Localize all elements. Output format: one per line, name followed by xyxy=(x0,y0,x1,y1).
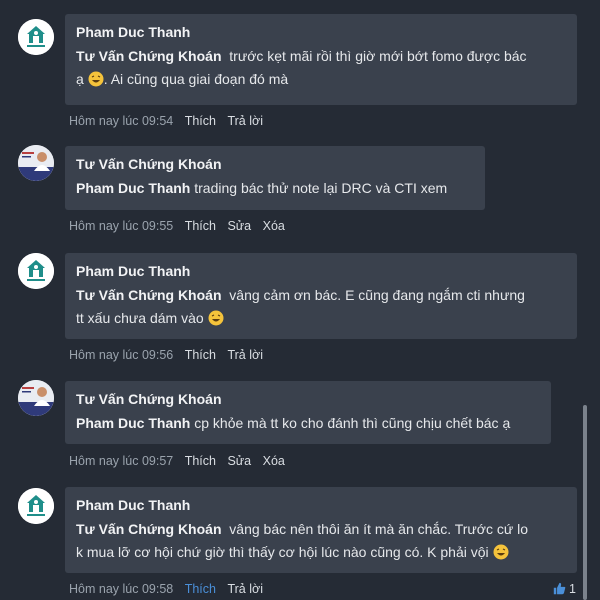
comment-bubble: Tư Vấn Chứng Khoán Pham Duc Thanh cp khỏ… xyxy=(65,381,551,444)
comment-text: trading bác thử note lại DRC và CTI xem xyxy=(190,180,448,196)
like-button[interactable]: Thích xyxy=(185,114,216,128)
avatar-advisor-portrait-icon[interactable] xyxy=(18,145,54,181)
avatar-house-logo-icon[interactable] xyxy=(18,19,54,55)
comment-thread: Pham Duc Thanh Tư Vấn Chứng Khoán trước … xyxy=(0,0,600,600)
avatar-advisor-portrait-icon[interactable] xyxy=(18,380,54,416)
comment-text: vâng cảm ơn bác. E cũng đang ngắm cti nh… xyxy=(221,287,525,303)
mention-link[interactable]: Pham Duc Thanh xyxy=(76,180,190,196)
comment-meta: Hôm nay lúc 09:58 Thích Trả lời xyxy=(69,581,263,597)
mention-link[interactable]: Tư Vấn Chứng Khoán xyxy=(76,48,222,64)
comment-meta: Hôm nay lúc 09:57 Thích Sửa Xóa xyxy=(69,453,285,469)
mention-link[interactable]: Tư Vấn Chứng Khoán xyxy=(76,287,222,303)
comment-bubble: Pham Duc Thanh Tư Vấn Chứng Khoán vâng c… xyxy=(65,253,577,339)
comment-timestamp[interactable]: Hôm nay lúc 09:58 xyxy=(69,582,173,596)
laugh-emoji-icon xyxy=(208,310,224,333)
like-count-value: 1 xyxy=(569,582,576,596)
comment-author[interactable]: Tư Vấn Chứng Khoán xyxy=(76,388,540,411)
comment-meta: Hôm nay lúc 09:55 Thích Sửa Xóa xyxy=(69,218,285,234)
laugh-emoji-icon xyxy=(493,544,509,567)
thumbs-up-icon xyxy=(553,582,566,595)
comment-bubble: Pham Duc Thanh Tư Vấn Chứng Khoán trước … xyxy=(65,14,577,105)
comment-timestamp[interactable]: Hôm nay lúc 09:54 xyxy=(69,114,173,128)
comment-timestamp[interactable]: Hôm nay lúc 09:56 xyxy=(69,348,173,362)
edit-button[interactable]: Sửa xyxy=(227,219,251,233)
mention-link[interactable]: Pham Duc Thanh xyxy=(76,415,190,431)
comment-text: vâng bác nên thôi ăn ít mà ăn chắc. Trướ… xyxy=(221,521,529,537)
avatar-house-logo-icon[interactable] xyxy=(18,253,54,289)
like-button[interactable]: Thích xyxy=(185,454,216,468)
comment-author[interactable]: Pham Duc Thanh xyxy=(76,260,566,283)
reply-button[interactable]: Trả lời xyxy=(227,348,263,362)
comment-text: cp khỏe mà tt ko cho đánh thì cũng chịu … xyxy=(190,415,511,431)
comment-bubble: Pham Duc Thanh Tư Vấn Chứng Khoán vâng b… xyxy=(65,487,577,573)
comment-author[interactable]: Tư Vấn Chứng Khoán xyxy=(76,153,474,176)
comment-timestamp[interactable]: Hôm nay lúc 09:55 xyxy=(69,219,173,233)
like-button[interactable]: Thích xyxy=(185,582,216,596)
comment-meta: Hôm nay lúc 09:54 Thích Trả lời xyxy=(69,113,263,129)
mention-link[interactable]: Tư Vấn Chứng Khoán xyxy=(76,521,222,537)
comment-timestamp[interactable]: Hôm nay lúc 09:57 xyxy=(69,454,173,468)
scrollbar[interactable] xyxy=(583,405,587,600)
avatar-house-logo-icon[interactable] xyxy=(18,488,54,524)
comment-text: tt xấu chưa dám vào xyxy=(76,310,208,326)
reply-button[interactable]: Trả lời xyxy=(227,582,263,596)
comment-author[interactable]: Pham Duc Thanh xyxy=(76,494,566,517)
like-count[interactable]: 1 xyxy=(553,581,576,597)
comment-text: k mua lỡ cơ hội chứ giờ thì thấy cơ hội … xyxy=(76,544,493,560)
comment-text: . Ai cũng qua giai đoạn đó mà xyxy=(103,71,289,87)
delete-button[interactable]: Xóa xyxy=(263,454,285,468)
like-button[interactable]: Thích xyxy=(185,219,216,233)
comment-text: ạ xyxy=(76,71,84,87)
edit-button[interactable]: Sửa xyxy=(227,454,251,468)
reply-button[interactable]: Trả lời xyxy=(227,114,263,128)
comment-bubble: Tư Vấn Chứng Khoán Pham Duc Thanh tradin… xyxy=(65,146,485,210)
laugh-emoji-icon xyxy=(88,71,104,94)
comment-author[interactable]: Pham Duc Thanh xyxy=(76,21,566,44)
delete-button[interactable]: Xóa xyxy=(263,219,285,233)
comment-meta: Hôm nay lúc 09:56 Thích Trả lời xyxy=(69,347,263,363)
comment-text: trước kẹt mãi rồi thì giờ mới bớt fomo đ… xyxy=(221,48,527,64)
like-button[interactable]: Thích xyxy=(185,348,216,362)
